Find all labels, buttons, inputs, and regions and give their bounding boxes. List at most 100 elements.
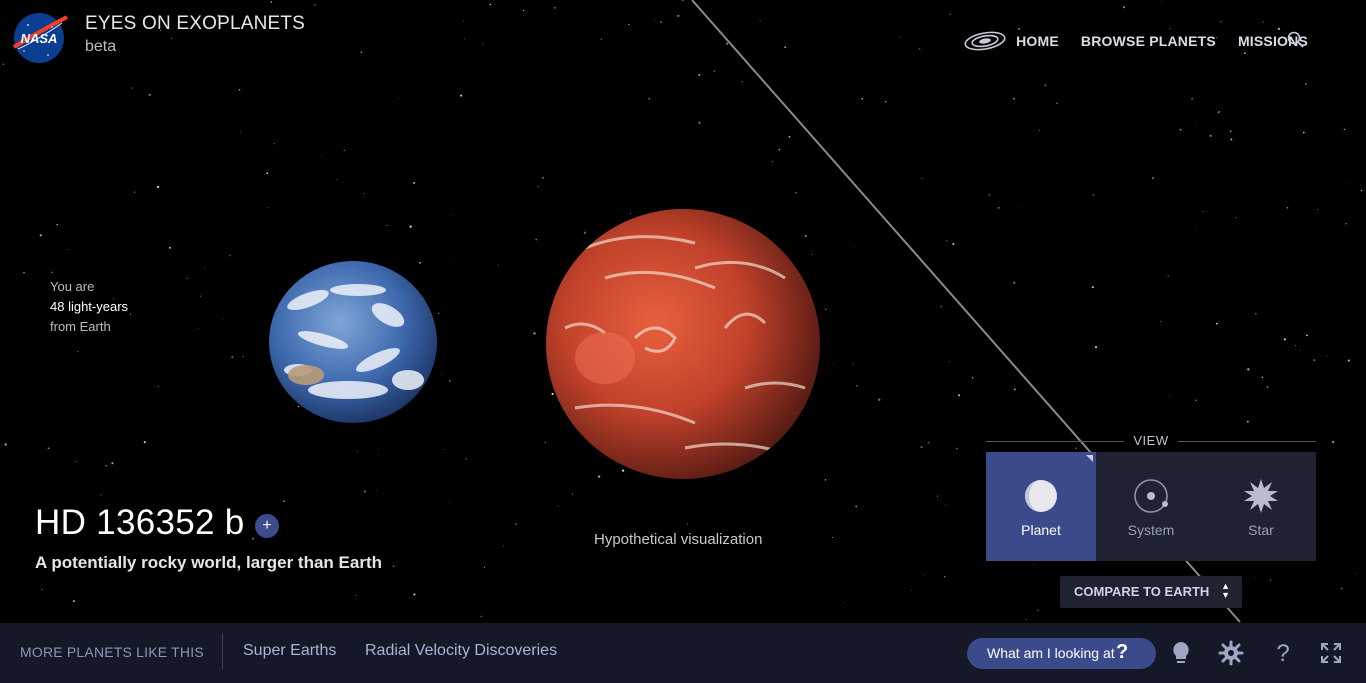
star-dot bbox=[1202, 211, 1204, 213]
view-header: VIEW bbox=[986, 432, 1316, 450]
star-dot bbox=[988, 194, 991, 196]
star-dot bbox=[600, 38, 602, 40]
star-dot bbox=[1295, 345, 1297, 347]
star-dot bbox=[1151, 176, 1155, 180]
star-dot bbox=[535, 238, 538, 241]
star-dot bbox=[1299, 349, 1301, 351]
star-dot bbox=[130, 313, 132, 315]
star-dot bbox=[392, 565, 395, 567]
star-dot bbox=[1159, 320, 1162, 323]
star-dot bbox=[251, 537, 255, 540]
star-dot bbox=[483, 566, 486, 569]
star-dot bbox=[842, 601, 844, 603]
star-dot bbox=[23, 271, 25, 274]
compare-to-earth-dropdown[interactable]: COMPARE TO EARTH ▲ ▼ bbox=[1060, 576, 1242, 608]
star-dot bbox=[1244, 52, 1246, 55]
star-dot bbox=[1305, 83, 1307, 85]
star-dot bbox=[952, 242, 955, 245]
planet-name: HD 136352 b bbox=[35, 503, 245, 542]
star-dot bbox=[1340, 587, 1343, 590]
star-dot bbox=[1313, 358, 1316, 362]
add-planet-button[interactable]: + bbox=[255, 514, 279, 538]
star-dot bbox=[778, 148, 781, 151]
planet-icon bbox=[1025, 480, 1057, 512]
help-icon[interactable]: ? bbox=[1270, 640, 1296, 667]
nav-home[interactable]: HOME bbox=[1016, 33, 1059, 49]
star-dot bbox=[4, 443, 7, 446]
star-dot bbox=[1013, 388, 1016, 391]
link-radial-velocity[interactable]: Radial Velocity Discoveries bbox=[365, 642, 557, 660]
compare-label: COMPARE TO EARTH bbox=[1074, 584, 1210, 599]
star-dot bbox=[266, 172, 269, 175]
star-dot bbox=[698, 121, 701, 124]
star-dot bbox=[918, 47, 921, 50]
visualization-caption: Hypothetical visualization bbox=[594, 531, 763, 548]
star-dot bbox=[409, 225, 412, 228]
what-am-i-looking-at-button[interactable]: What am I looking at ? bbox=[967, 638, 1156, 669]
star-dot bbox=[2, 63, 5, 65]
star-dot bbox=[927, 441, 930, 444]
star-dot bbox=[77, 351, 79, 352]
star-dot bbox=[660, 21, 662, 23]
search-icon[interactable] bbox=[1286, 30, 1306, 50]
settings-gear-icon[interactable] bbox=[1218, 640, 1244, 666]
star-dot bbox=[465, 457, 468, 460]
star-dot bbox=[462, 20, 464, 22]
link-super-earths[interactable]: Super Earths bbox=[243, 642, 336, 660]
star-dot bbox=[1356, 573, 1357, 574]
distance-value: 48 light-years bbox=[50, 299, 129, 314]
star-dot bbox=[853, 247, 855, 249]
star-dot bbox=[450, 258, 452, 260]
star-dot bbox=[378, 455, 380, 457]
star-icon bbox=[1244, 479, 1278, 513]
star-dot bbox=[553, 6, 556, 9]
star-dot bbox=[480, 615, 482, 618]
nav-browse-planets[interactable]: BROWSE PLANETS bbox=[1081, 33, 1216, 49]
star-dot bbox=[363, 192, 365, 195]
star-dot bbox=[321, 156, 323, 158]
what-label: What am I looking at bbox=[987, 645, 1115, 661]
view-option-star[interactable]: Star bbox=[1206, 452, 1316, 561]
star-dot bbox=[802, 121, 804, 123]
more-planets-label: MORE PLANETS LIKE THIS bbox=[20, 644, 204, 660]
star-dot bbox=[940, 305, 943, 308]
star-dot bbox=[356, 450, 358, 452]
lightbulb-icon[interactable] bbox=[1168, 640, 1194, 666]
star-dot bbox=[698, 73, 701, 76]
earth-globe[interactable] bbox=[268, 260, 438, 424]
star-dot bbox=[56, 223, 58, 226]
star-dot bbox=[497, 264, 499, 266]
star-dot bbox=[1169, 396, 1170, 398]
exoplanet-globe[interactable] bbox=[545, 208, 821, 480]
star-dot bbox=[923, 575, 925, 576]
view-label: VIEW bbox=[1133, 433, 1169, 448]
star-dot bbox=[39, 234, 42, 237]
star-dot bbox=[648, 97, 651, 100]
view-option-system[interactable]: System bbox=[1096, 452, 1206, 561]
star-dot bbox=[444, 449, 445, 450]
star-dot bbox=[824, 479, 827, 481]
view-option-planet[interactable]: Planet bbox=[986, 452, 1096, 561]
star-dot bbox=[186, 277, 189, 280]
star-dot bbox=[1218, 111, 1220, 113]
star-dot bbox=[1261, 376, 1264, 379]
star-dot bbox=[51, 271, 53, 273]
distance-readout: You are 48 light-years from Earth bbox=[50, 277, 128, 337]
star-dot bbox=[482, 43, 484, 45]
star-dot bbox=[413, 593, 416, 596]
star-dot bbox=[920, 445, 923, 449]
star-dot bbox=[450, 215, 452, 216]
star-dot bbox=[873, 39, 875, 41]
star-dot bbox=[537, 185, 540, 188]
star-dot bbox=[397, 98, 399, 100]
star-dot bbox=[1206, 210, 1208, 213]
galaxy-icon[interactable] bbox=[964, 30, 1006, 52]
star-dot bbox=[105, 465, 107, 467]
star-dot bbox=[1191, 98, 1193, 100]
star-dot bbox=[784, 46, 787, 49]
fullscreen-icon[interactable] bbox=[1318, 640, 1344, 666]
view-option-label: Star bbox=[1248, 522, 1274, 538]
star-dot bbox=[1215, 322, 1218, 325]
star-dot bbox=[1025, 618, 1027, 620]
nasa-logo[interactable]: NASA bbox=[12, 11, 68, 64]
